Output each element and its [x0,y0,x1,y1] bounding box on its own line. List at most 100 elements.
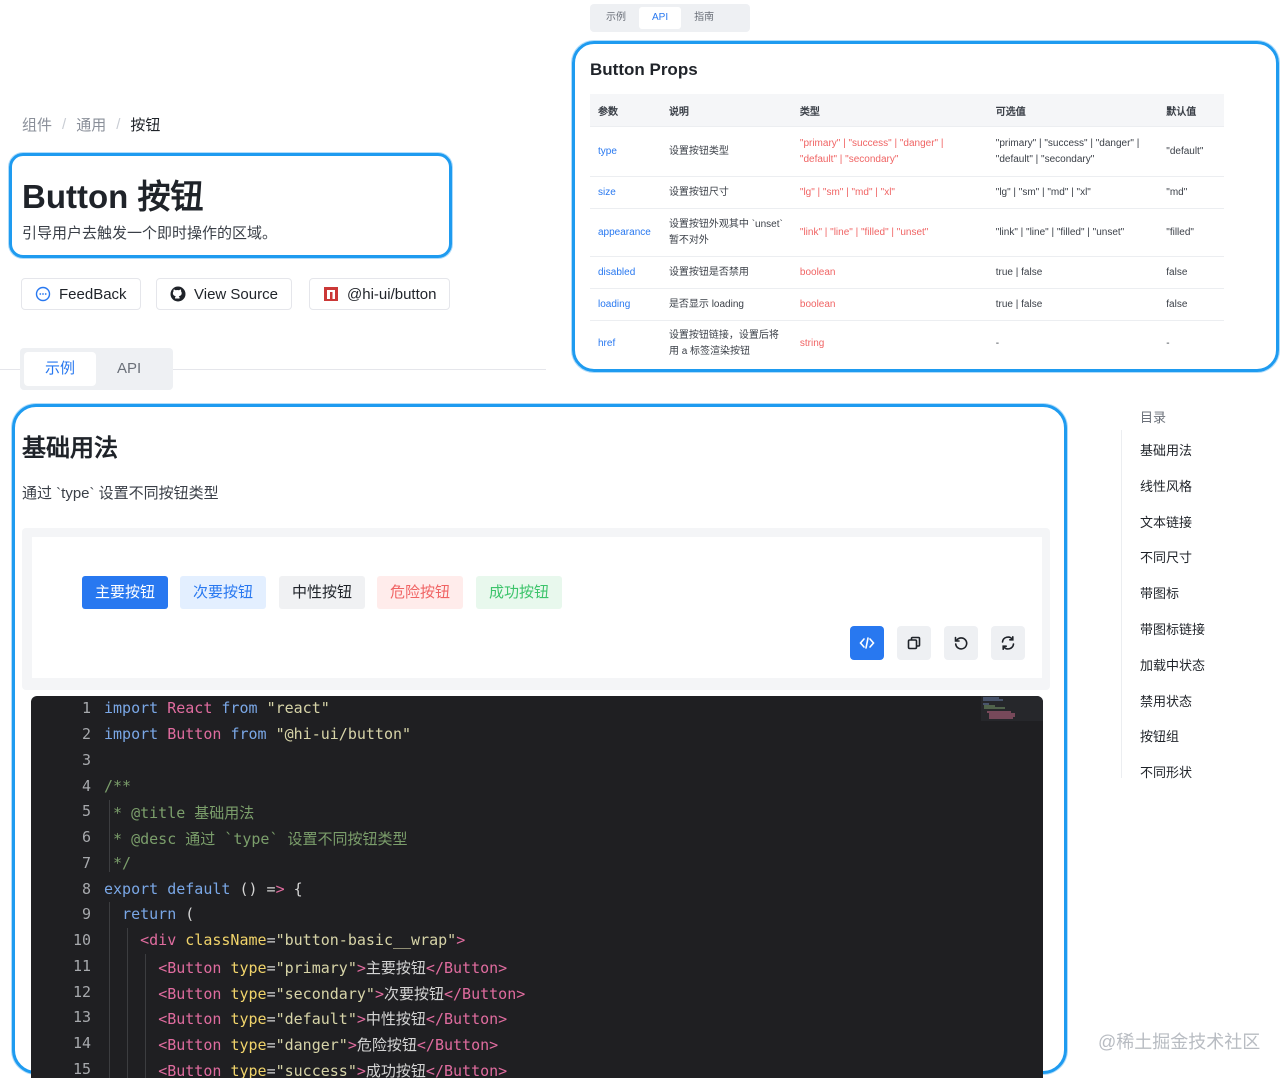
table-row: loading 是否显示 loading boolean true | fals… [590,288,1224,321]
code-line: /** [104,777,132,795]
table-row: size 设置按钮尺寸 "lg" | "sm" | "md" | "xl" "l… [590,176,1224,209]
table-row: disabled 设置按钮是否禁用 boolean true | false f… [590,256,1224,289]
page-title: Button 按钮 [22,178,204,215]
code-line: <Button type="success">成功按钮</Button> [158,1062,508,1078]
view-source-label: View Source [194,285,278,303]
table-row: href 设置按钮链接，设置后将用 a 标签渲染按钮 string - - [590,320,1224,367]
line-number: 14 [72,1034,91,1052]
breadcrumb-separator: / [116,116,121,133]
copy-code-button[interactable] [897,626,931,660]
view-source-button[interactable]: View Source [156,278,292,310]
breadcrumb-item-button: 按钮 [130,117,161,134]
cell-param: size [590,176,661,209]
line-number: 10 [72,931,91,949]
cell-options: "primary" | "success" | "danger" | "defa… [987,126,1159,177]
default-button[interactable]: 中性按钮 [279,576,366,609]
cell-param: appearance [590,208,661,257]
cell-default: false [1158,288,1224,321]
code-line: */ [104,854,132,872]
tab-examples[interactable]: 示例 [24,352,97,386]
cell-default: "default" [1158,126,1224,177]
toc-item-icon-link[interactable]: 带图标链接 [1140,619,1205,638]
code-editor[interactable]: 1 2 3 4 5 6 7 8 9 10 11 12 13 14 15 impo… [31,696,1043,1078]
code-minimap[interactable] [981,696,1043,726]
code-line: <Button type="primary">主要按钮</Button> [158,959,508,977]
cell-type: "lg" | "sm" | "md" | "xl" [791,176,988,209]
cell-type: string [791,320,988,367]
toc-title: 目录 [1140,410,1167,425]
tab-api[interactable]: API [96,352,162,386]
toc-item-link[interactable]: 文本链接 [1140,512,1192,531]
toc-item-line[interactable]: 线性风格 [1140,476,1192,495]
line-number: 6 [81,828,91,846]
cell-type: "primary" | "success" | "danger" | "defa… [791,126,988,177]
line-number: 7 [81,854,91,872]
primary-button[interactable]: 主要按钮 [82,576,169,609]
toc-item-group[interactable]: 按钮组 [1140,726,1179,745]
cell-param: loading [590,288,661,321]
table-row: appearance 设置按钮外观其中 `unset` 暂不对外 "link" … [590,208,1224,257]
cell-desc: 设置按钮链接，设置后将用 a 标签渲染按钮 [660,320,792,367]
npm-icon [324,287,338,301]
breadcrumb-item-components[interactable]: 组件 [22,114,52,135]
line-number: 2 [81,725,91,743]
code-line: import Button from "@hi-ui/button" [104,725,412,743]
line-number: 5 [81,802,91,820]
api-tab-examples[interactable]: 示例 [593,7,639,29]
refresh-button[interactable] [991,626,1025,660]
toc-item-icon[interactable]: 带图标 [1140,583,1179,602]
npm-package-button[interactable]: @hi-ui/button [309,278,451,310]
toc-item-disabled[interactable]: 禁用状态 [1140,691,1192,710]
toc-item-shape[interactable]: 不同形状 [1140,762,1192,781]
feedback-button[interactable]: FeedBack [21,278,141,310]
success-button[interactable]: 成功按钮 [476,576,563,609]
section-title: 基础用法 [22,435,118,462]
code-icon [859,637,875,649]
props-title: Button Props [590,60,698,79]
cell-desc: 设置按钮尺寸 [660,176,792,209]
col-header-type: 类型 [791,94,988,127]
line-number: 4 [81,777,91,795]
cell-type: boolean [791,288,988,321]
api-tab-guide[interactable]: 指南 [681,7,727,29]
cell-default: false [1158,256,1224,289]
breadcrumb-item-general[interactable]: 通用 [76,114,106,135]
toc-item-loading[interactable]: 加载中状态 [1140,655,1205,674]
cell-desc: 设置按钮是否禁用 [660,256,792,289]
copy-icon [907,636,921,650]
code-line: <Button type="danger">危险按钮</Button> [158,1036,499,1054]
toc-item-basic[interactable]: 基础用法 [1140,440,1192,459]
watermark: @稀土掘金技术社区 [1098,1032,1261,1052]
props-table-header: 参数 说明 类型 可选值 默认值 [590,94,1224,127]
code-line: * @desc 通过 `type` 设置不同按钮类型 [104,830,408,848]
cell-desc: 是否显示 loading [660,288,792,321]
cell-param: href [590,320,661,367]
props-table: 参数 说明 类型 可选值 默认值 type 设置按钮类型 "primary" |… [590,94,1224,367]
cell-param: disabled [590,256,661,289]
api-tab-api[interactable]: API [639,7,682,29]
api-panel-tabs: 示例 API 指南 [590,4,750,32]
cell-type: boolean [791,256,988,289]
cell-desc: 设置按钮类型 [660,126,792,177]
code-line: export default () => { [104,880,303,898]
reset-button[interactable] [944,626,978,660]
cell-options: "link" | "line" | "filled" | "unset" [987,208,1159,257]
line-number: 8 [81,880,91,898]
cell-options: true | false [987,288,1159,321]
danger-button[interactable]: 危险按钮 [377,576,464,609]
code-line: <Button type="default">中性按钮</Button> [158,1010,508,1028]
secondary-button[interactable]: 次要按钮 [180,576,267,609]
cell-options: - [987,320,1159,367]
cell-type: "link" | "line" | "filled" | "unset" [791,208,988,257]
line-number: 11 [72,957,91,975]
breadcrumb: 组件 / 通用 / 按钮 [22,114,160,135]
code-line: * @title 基础用法 [104,804,255,822]
cell-param: type [590,126,661,177]
cell-desc: 设置按钮外观其中 `unset` 暂不对外 [660,208,792,257]
cell-default: "filled" [1158,208,1224,257]
code-line: import React from "react" [104,699,330,717]
cell-default: "md" [1158,176,1224,209]
toc-item-size[interactable]: 不同尺寸 [1140,547,1192,566]
line-number: 1 [81,699,91,717]
show-code-button[interactable] [850,626,884,660]
